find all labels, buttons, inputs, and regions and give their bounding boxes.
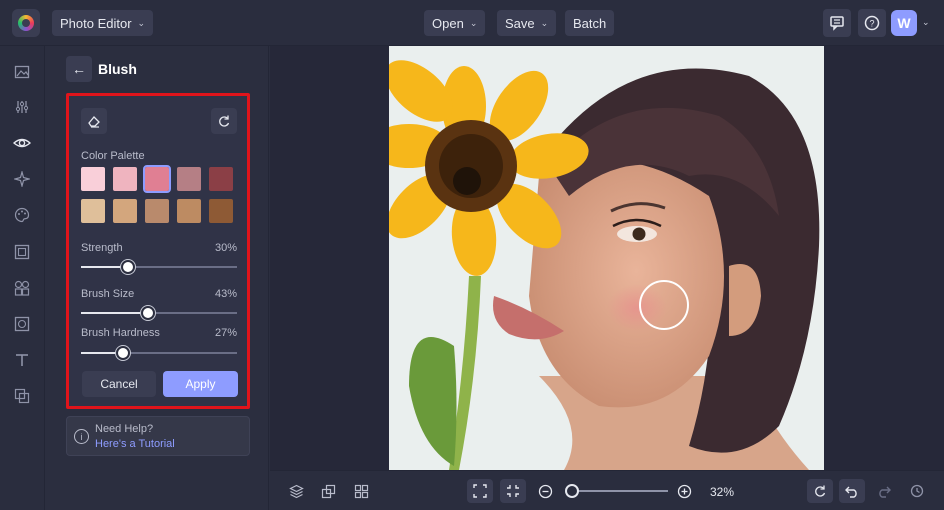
brush-cursor [639, 280, 689, 330]
app-menu-label: Photo Editor [60, 15, 132, 31]
back-arrow-icon[interactable]: ← [66, 56, 92, 82]
text-icon[interactable] [12, 350, 32, 370]
help-icon[interactable]: ? [858, 9, 886, 37]
blush-panel: ← Blush Color Palette Strength 30% Brush… [46, 46, 269, 510]
canvas-area [270, 46, 944, 470]
color-swatch[interactable] [145, 199, 169, 223]
zoom-slider[interactable] [568, 490, 668, 492]
app-menu-button[interactable]: Photo Editor ⌄ [52, 10, 154, 36]
zoom-slider-thumb[interactable] [565, 484, 579, 498]
grid-icon[interactable] [348, 479, 374, 503]
frame-icon[interactable] [12, 242, 32, 262]
brush-size-label: Brush Size [81, 288, 135, 300]
compare-icon[interactable] [315, 479, 341, 503]
color-swatch[interactable] [113, 199, 137, 223]
redo-icon[interactable] [871, 479, 897, 503]
chevron-down-icon[interactable]: ⌄ [922, 17, 930, 28]
batch-button[interactable]: Batch [565, 10, 615, 36]
eye-icon[interactable] [12, 133, 32, 153]
svg-text:?: ? [869, 19, 874, 29]
tool-rail [0, 46, 45, 510]
slider-thumb[interactable] [116, 346, 131, 360]
graphics-icon[interactable] [12, 386, 32, 406]
comments-icon[interactable] [823, 9, 851, 37]
refresh-icon[interactable] [807, 479, 833, 503]
batch-label: Batch [573, 15, 607, 31]
image-icon[interactable] [12, 62, 32, 82]
strength-slider[interactable] [81, 260, 237, 274]
help-box: i Need Help? Here's a Tutorial [66, 416, 250, 456]
layers-icon[interactable] [283, 479, 309, 503]
blush-settings-box: Color Palette Strength 30% Brush Size 43… [66, 93, 250, 409]
help-title: Need Help? [95, 423, 154, 435]
save-label: Save [505, 15, 535, 31]
top-bar: Photo Editor ⌄ Open ⌄ Save ⌄ Batch ? W ⌄ [0, 0, 944, 46]
open-button[interactable]: Open ⌄ [424, 10, 486, 36]
slider-thumb[interactable] [141, 306, 156, 320]
bottom-toolbar: 32% [270, 470, 944, 510]
info-icon: i [74, 429, 89, 444]
save-button[interactable]: Save ⌄ [497, 10, 557, 36]
history-icon[interactable] [904, 479, 930, 503]
brush-size-slider[interactable] [81, 306, 237, 320]
brush-size-value: 43% [214, 288, 237, 300]
brush-hardness-label: Brush Hardness [81, 327, 160, 339]
sparkle-icon[interactable] [12, 169, 32, 189]
tutorial-link[interactable]: Here's a Tutorial [95, 438, 175, 450]
color-swatch[interactable] [177, 167, 201, 191]
actual-size-icon[interactable] [500, 479, 526, 503]
apply-button[interactable]: Apply [163, 371, 238, 397]
brush-hardness-value: 27% [214, 327, 237, 339]
color-swatch[interactable] [209, 167, 233, 191]
portrait-photo[interactable] [389, 46, 824, 470]
color-swatch[interactable] [81, 167, 105, 191]
color-swatch[interactable] [81, 199, 105, 223]
brush-hardness-slider[interactable] [81, 346, 237, 360]
open-label: Open [432, 15, 464, 31]
color-swatch[interactable] [143, 165, 171, 193]
color-swatch[interactable] [113, 167, 137, 191]
user-avatar[interactable]: W [891, 10, 917, 36]
undo-icon[interactable] [839, 479, 865, 503]
adjust-sliders-icon[interactable] [12, 97, 32, 117]
zoom-in-icon[interactable] [671, 479, 697, 503]
palette-icon[interactable] [12, 205, 32, 225]
reset-icon[interactable] [211, 108, 237, 134]
slider-thumb[interactable] [120, 260, 135, 274]
chevron-down-icon: ⌄ [469, 17, 478, 28]
chevron-down-icon: ⌄ [137, 17, 146, 28]
zoom-value: 32% [710, 485, 735, 499]
color-swatch[interactable] [209, 199, 233, 223]
color-palette-label: Color Palette [81, 150, 145, 162]
eraser-icon[interactable] [81, 108, 107, 134]
strength-value: 30% [214, 242, 237, 254]
strength-label: Strength [81, 242, 123, 254]
color-swatch[interactable] [177, 199, 201, 223]
panel-title: Blush [98, 61, 137, 77]
zoom-out-icon[interactable] [532, 479, 558, 503]
fit-screen-icon[interactable] [467, 479, 493, 503]
texture-icon[interactable] [12, 314, 32, 334]
chevron-down-icon: ⌄ [540, 17, 549, 28]
cancel-button[interactable]: Cancel [82, 371, 156, 397]
shapes-icon[interactable] [12, 278, 32, 298]
befunky-logo[interactable] [12, 9, 40, 37]
